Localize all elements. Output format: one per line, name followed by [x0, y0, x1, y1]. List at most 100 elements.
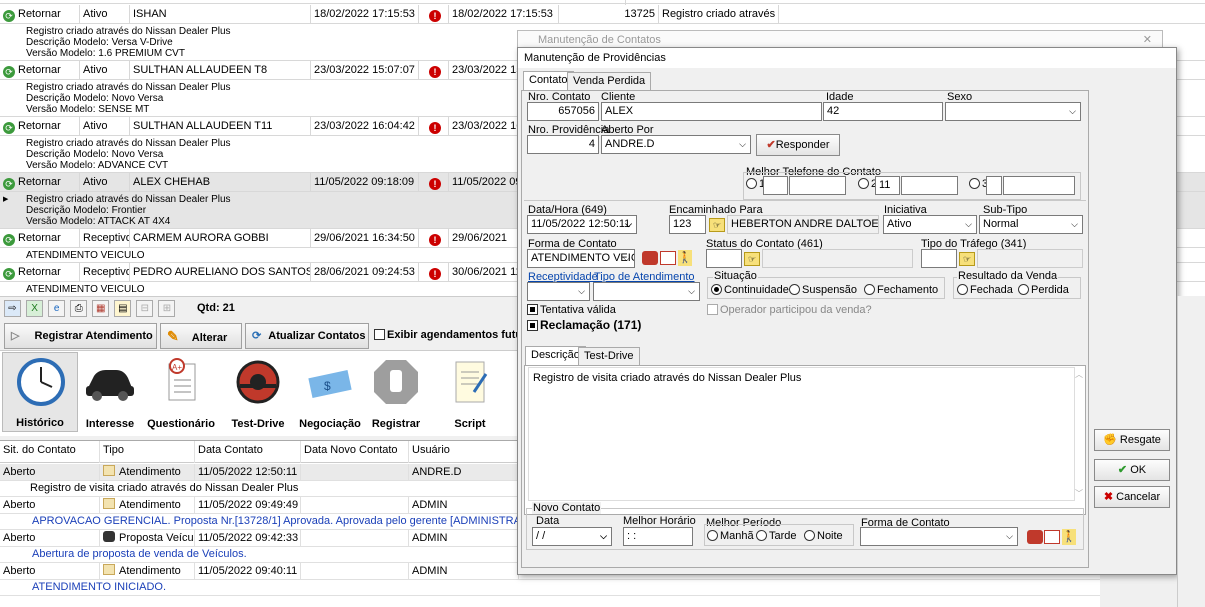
checkbox-box[interactable] — [374, 329, 385, 340]
responder-button[interactable]: ✔Responder — [756, 134, 840, 156]
print-icon[interactable]: ⎙ — [70, 300, 88, 317]
module-script[interactable]: Script — [432, 352, 508, 432]
tree-icon[interactable]: ⊞ — [158, 300, 176, 317]
periodo-manha[interactable]: Manhã — [707, 530, 754, 542]
walk-icon[interactable]: 🚶 — [678, 250, 692, 266]
col-tipo[interactable]: Tipo — [100, 441, 195, 463]
collapse-icon[interactable]: ⊟ — [136, 300, 154, 317]
descricao-textarea[interactable]: Registro de visita criado através do Nis… — [528, 367, 1075, 501]
receptividade-select[interactable]: ⌵ — [527, 282, 590, 301]
lookup-icon[interactable]: ☞ — [744, 252, 760, 266]
module-questionario[interactable]: A+ Questionário — [143, 352, 219, 432]
tab-test-drive[interactable]: Test-Drive — [578, 347, 640, 365]
operador-checkbox[interactable]: Operador participou da venda? — [707, 304, 872, 316]
phone-icon[interactable] — [1027, 530, 1043, 544]
col-data[interactable]: Data Contato — [195, 441, 301, 463]
ok-button[interactable]: ✔ OK — [1094, 459, 1170, 481]
email-icon[interactable] — [1044, 530, 1060, 544]
retornar-icon[interactable]: ⟳ — [3, 122, 15, 134]
print-preview-icon[interactable]: ▦ — [92, 300, 110, 317]
cliente-field[interactable]: ALEX — [601, 102, 822, 121]
walk-icon[interactable]: 🚶 — [1062, 529, 1076, 545]
alterar-button[interactable]: ✎ Alterar — [160, 323, 242, 349]
tentativa-checkbox[interactable]: Tentativa válida — [527, 304, 616, 316]
resultado-fechada[interactable]: Fechada — [957, 284, 1013, 296]
tel1-ddd[interactable] — [763, 176, 788, 195]
situacao-continuidade[interactable]: Continuidade — [711, 284, 789, 296]
chevron-down-icon[interactable]: ⌵ — [596, 528, 611, 545]
registrar-atendimento-button[interactable]: ▷ Registrar Atendimento — [4, 323, 157, 349]
resgate-button[interactable]: ✊ Resgate — [1094, 429, 1170, 451]
subtipo-select[interactable]: Normal ⌵ — [979, 215, 1083, 234]
atualizar-contatos-button[interactable]: ⟳ Atualizar Contatos — [245, 323, 369, 349]
excel-icon[interactable]: X — [26, 300, 44, 317]
module-registrar[interactable]: Registrar — [358, 352, 434, 432]
periodo-noite[interactable]: Noite — [804, 530, 843, 542]
chevron-down-icon[interactable]: ⌵ — [1067, 216, 1082, 233]
providencias-dialog: Manutenção de Providências Contato Venda… — [517, 47, 1177, 575]
email-icon[interactable] — [660, 251, 676, 265]
module-historico[interactable]: Histórico — [2, 352, 78, 432]
tel2-number[interactable] — [901, 176, 958, 195]
chevron-down-icon[interactable]: ⌵ — [735, 136, 750, 153]
scrollbar[interactable]: ︿ ﹀ — [1075, 367, 1085, 501]
module-test-drive[interactable]: Test-Drive — [220, 352, 296, 432]
periodo-tarde[interactable]: Tarde — [756, 530, 797, 542]
status-cell: Receptivo — [80, 229, 130, 248]
retornar-icon[interactable]: ⟳ — [3, 10, 15, 22]
status-code[interactable] — [706, 249, 742, 268]
idade-field[interactable]: 42 — [823, 102, 943, 121]
novo-forma-contato-select[interactable]: ⌵ — [860, 527, 1018, 546]
retornar-icon[interactable]: ⟳ — [3, 234, 15, 246]
nro-contato-field[interactable]: 657056 — [527, 102, 599, 121]
aberto-por-select[interactable]: ANDRE.D ⌵ — [601, 135, 751, 154]
chevron-down-icon[interactable]: ⌵ — [1002, 528, 1017, 545]
novo-hora-field[interactable]: : : — [623, 527, 693, 546]
web-icon[interactable]: e — [48, 300, 66, 317]
grid-row[interactable]: ⟳ Retornar Ativo ISHAN 18/02/2022 17:15:53! 1… — [0, 5, 1205, 24]
tel1-number[interactable] — [789, 176, 846, 195]
col-usuario[interactable]: Usuário — [409, 441, 519, 463]
chevron-down-icon[interactable]: ⌵ — [621, 216, 636, 233]
col-sit[interactable]: Sit. do Contato — [0, 441, 100, 463]
iniciativa-select[interactable]: Ativo ⌵ — [883, 215, 977, 234]
tab-contato[interactable]: Contato — [523, 71, 574, 90]
encaminhado-code[interactable]: 123 — [669, 215, 706, 234]
retornar-icon[interactable]: ⟳ — [3, 66, 15, 78]
module-negociacao[interactable]: $ Negociação — [292, 352, 368, 432]
chevron-down-icon[interactable]: ⌵ — [574, 283, 589, 300]
cancelar-button[interactable]: ✖ Cancelar — [1094, 486, 1170, 508]
alert-cell: ! — [419, 173, 449, 192]
tab-descricao[interactable]: Descrição — [525, 346, 586, 365]
trafego-code[interactable] — [921, 249, 957, 268]
tipo-atendimento-select[interactable]: ⌵ — [593, 282, 700, 301]
phone-icon[interactable] — [642, 251, 658, 265]
situacao-fechamento[interactable]: Fechamento — [864, 284, 938, 296]
tel3-ddd[interactable] — [986, 176, 1002, 195]
chevron-down-icon[interactable]: ⌵ — [684, 283, 699, 300]
resultado-perdida[interactable]: Perdida — [1018, 284, 1069, 296]
chevron-down-icon[interactable]: ⌵ — [1065, 103, 1080, 120]
tab-venda-perdida[interactable]: Venda Perdida — [567, 72, 652, 90]
forma-contato-select[interactable]: ATENDIMENTO VEICL ⌵ — [527, 249, 635, 268]
chevron-down-icon[interactable]: ⌵ — [619, 250, 634, 267]
situacao-suspensao[interactable]: Suspensão — [789, 284, 857, 296]
questionnaire-icon: A+ — [168, 358, 196, 401]
module-interesse[interactable]: Interesse — [72, 352, 148, 432]
report-icon[interactable]: ▤ — [114, 300, 132, 317]
col-novo[interactable]: Data Novo Contato — [301, 441, 409, 463]
tel2-ddd[interactable]: 11 — [875, 176, 900, 195]
nro-providencia-field[interactable]: 4 — [527, 135, 599, 154]
export-icon[interactable]: ⇨ — [4, 300, 21, 317]
retornar-icon[interactable]: ⟳ — [3, 268, 15, 280]
reclamacao-checkbox[interactable]: Reclamação (171) — [527, 318, 641, 332]
lookup-icon[interactable]: ☞ — [709, 218, 725, 232]
sexo-select[interactable]: ⌵ — [945, 102, 1081, 121]
lookup-icon[interactable]: ☞ — [959, 252, 975, 266]
novo-data-picker[interactable]: / / ⌵ — [532, 527, 612, 546]
exibir-agendamentos-checkbox[interactable]: Exibir agendamentos futu — [374, 329, 522, 341]
retornar-icon[interactable]: ⟳ — [3, 178, 15, 190]
tel3-number[interactable] — [1003, 176, 1075, 195]
data-hora-picker[interactable]: 11/05/2022 12:50:11 ⌵ — [527, 215, 637, 234]
chevron-down-icon[interactable]: ⌵ — [961, 216, 976, 233]
